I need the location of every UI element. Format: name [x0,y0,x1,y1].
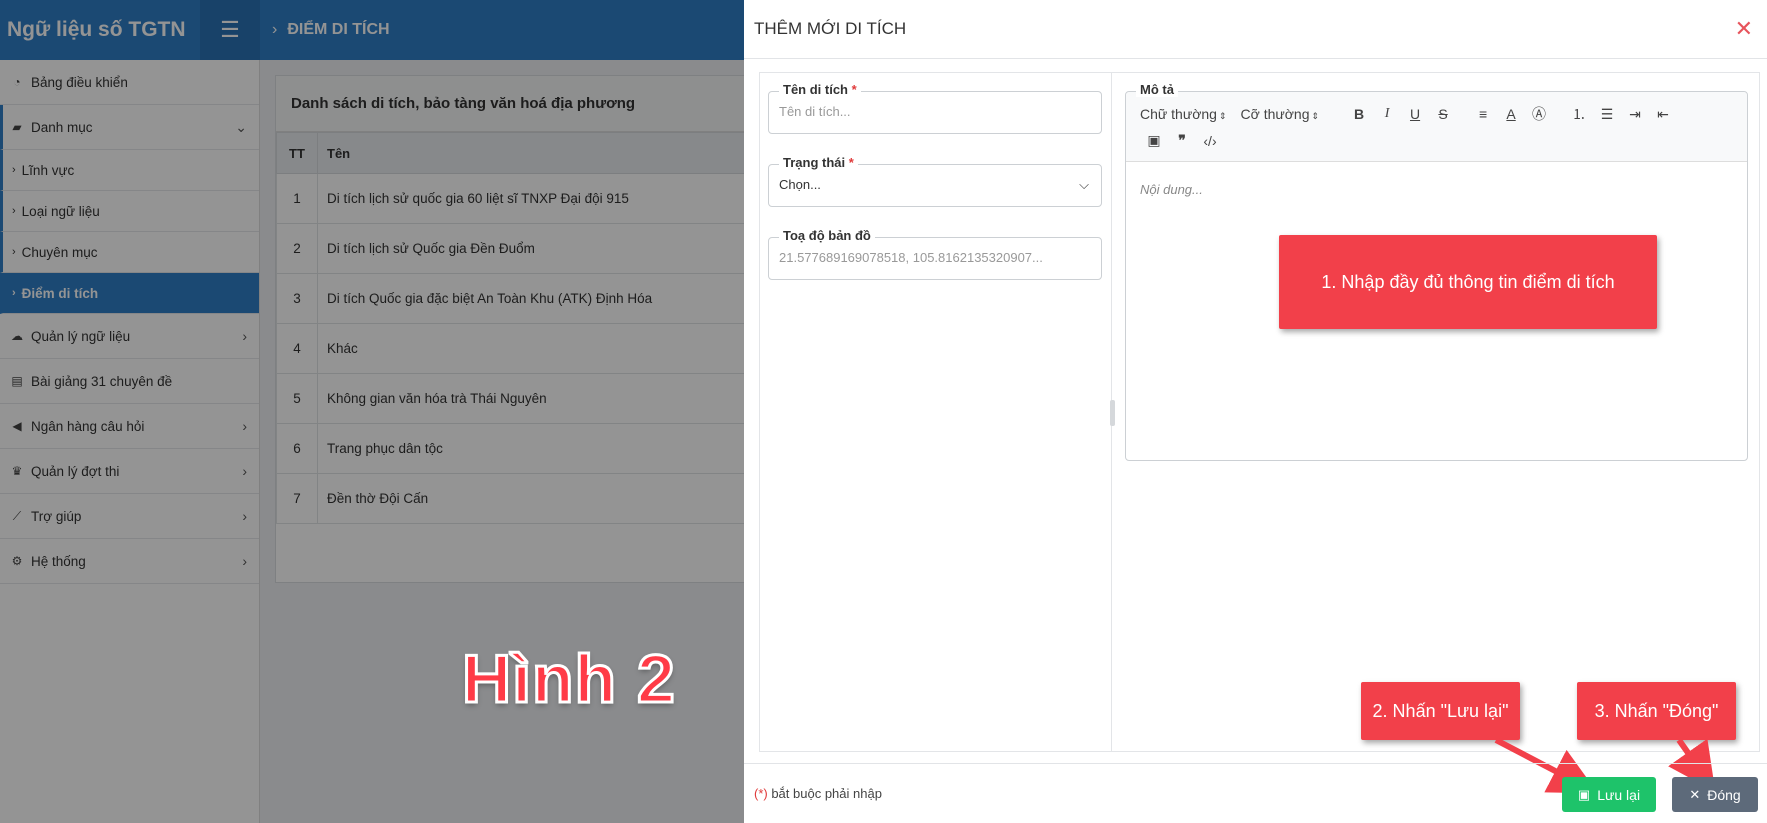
chevron-down-icon: ⌵ [1079,177,1089,192]
callout-step-1: 1. Nhập đầy đủ thông tin điểm di tích [1279,235,1657,329]
coordinates-field[interactable]: Toạ độ bản đồ 21.577689169078518, 105.81… [768,228,1102,280]
status-select-value[interactable]: Chọn... [779,177,1091,192]
callout-step-2: 2. Nhấn "Lưu lại" [1361,682,1520,740]
field-label: Toạ độ bản đồ [779,228,875,243]
bold-icon[interactable]: B [1345,106,1373,122]
save-button[interactable]: ▣ Lưu lại [1562,777,1656,812]
text-style-select[interactable]: Chữ thường ⇕ [1140,106,1227,122]
editor-toolbar: Chữ thường ⇕ Cỡ thường ⇕ B I U S ≡ A Ⓐ ⒈ ☰… [1126,92,1747,162]
field-label: Mô tả [1136,82,1178,97]
callout-step-3: 3. Nhấn "Đóng" [1577,682,1736,740]
background-color-icon[interactable]: Ⓐ [1525,104,1553,124]
strikethrough-icon[interactable]: S [1429,106,1457,122]
relic-name-input[interactable]: Tên di tích... [779,104,1091,119]
blockquote-icon[interactable]: ❞ [1168,132,1196,149]
italic-icon[interactable]: I [1373,106,1401,122]
status-select[interactable]: Trạng thái * Chọn... ⌵ [768,155,1102,207]
description-content-area[interactable]: Nội dung... [1140,182,1203,197]
align-icon[interactable]: ≡ [1469,106,1497,122]
coordinates-input[interactable]: 21.577689169078518, 105.8162135320907... [779,250,1091,265]
save-icon: ▣ [1577,786,1591,802]
drawer-body: Tên di tích * Tên di tích... Trạng thái … [759,72,1760,752]
drawer-title: THÊM MỚI DI TÍCH [744,0,1767,59]
add-relic-drawer: THÊM MỚI DI TÍCH ✕ Tên di tích * Tên di … [744,0,1767,823]
field-label: Trạng thái * [779,155,858,170]
close-icon[interactable]: ✕ [1735,18,1753,40]
close-button[interactable]: ✕ Đóng [1672,777,1758,812]
toolbar-row: ▣ ❞ ‹/› [1140,132,1224,149]
toolbar-row: Chữ thường ⇕ Cỡ thường ⇕ B I U S ≡ A Ⓐ ⒈ ☰… [1140,104,1677,124]
form-left-column: Tên di tích * Tên di tích... Trạng thái … [760,73,1112,751]
image-icon[interactable]: ▣ [1140,132,1168,149]
relic-name-field[interactable]: Tên di tích * Tên di tích... [768,82,1102,134]
ordered-list-icon[interactable]: ⒈ [1565,104,1593,124]
outdent-icon[interactable]: ⇤ [1649,106,1677,123]
close-icon: ✕ [1689,786,1701,802]
indent-icon[interactable]: ⇥ [1621,106,1649,123]
figure-label: Hình 2 [461,640,677,719]
resize-handle[interactable] [1110,400,1115,426]
bullet-list-icon[interactable]: ☰ [1593,106,1621,123]
font-color-icon[interactable]: A [1497,106,1525,122]
underline-icon[interactable]: U [1401,106,1429,122]
font-size-select[interactable]: Cỡ thường ⇕ [1241,106,1320,122]
code-icon[interactable]: ‹/› [1196,133,1224,149]
required-note: (*) bắt buộc phải nhập [754,786,882,801]
drawer-footer: (*) bắt buộc phải nhập ▣ Lưu lại ✕ Đóng [744,763,1767,823]
field-label: Tên di tích * [779,82,861,97]
